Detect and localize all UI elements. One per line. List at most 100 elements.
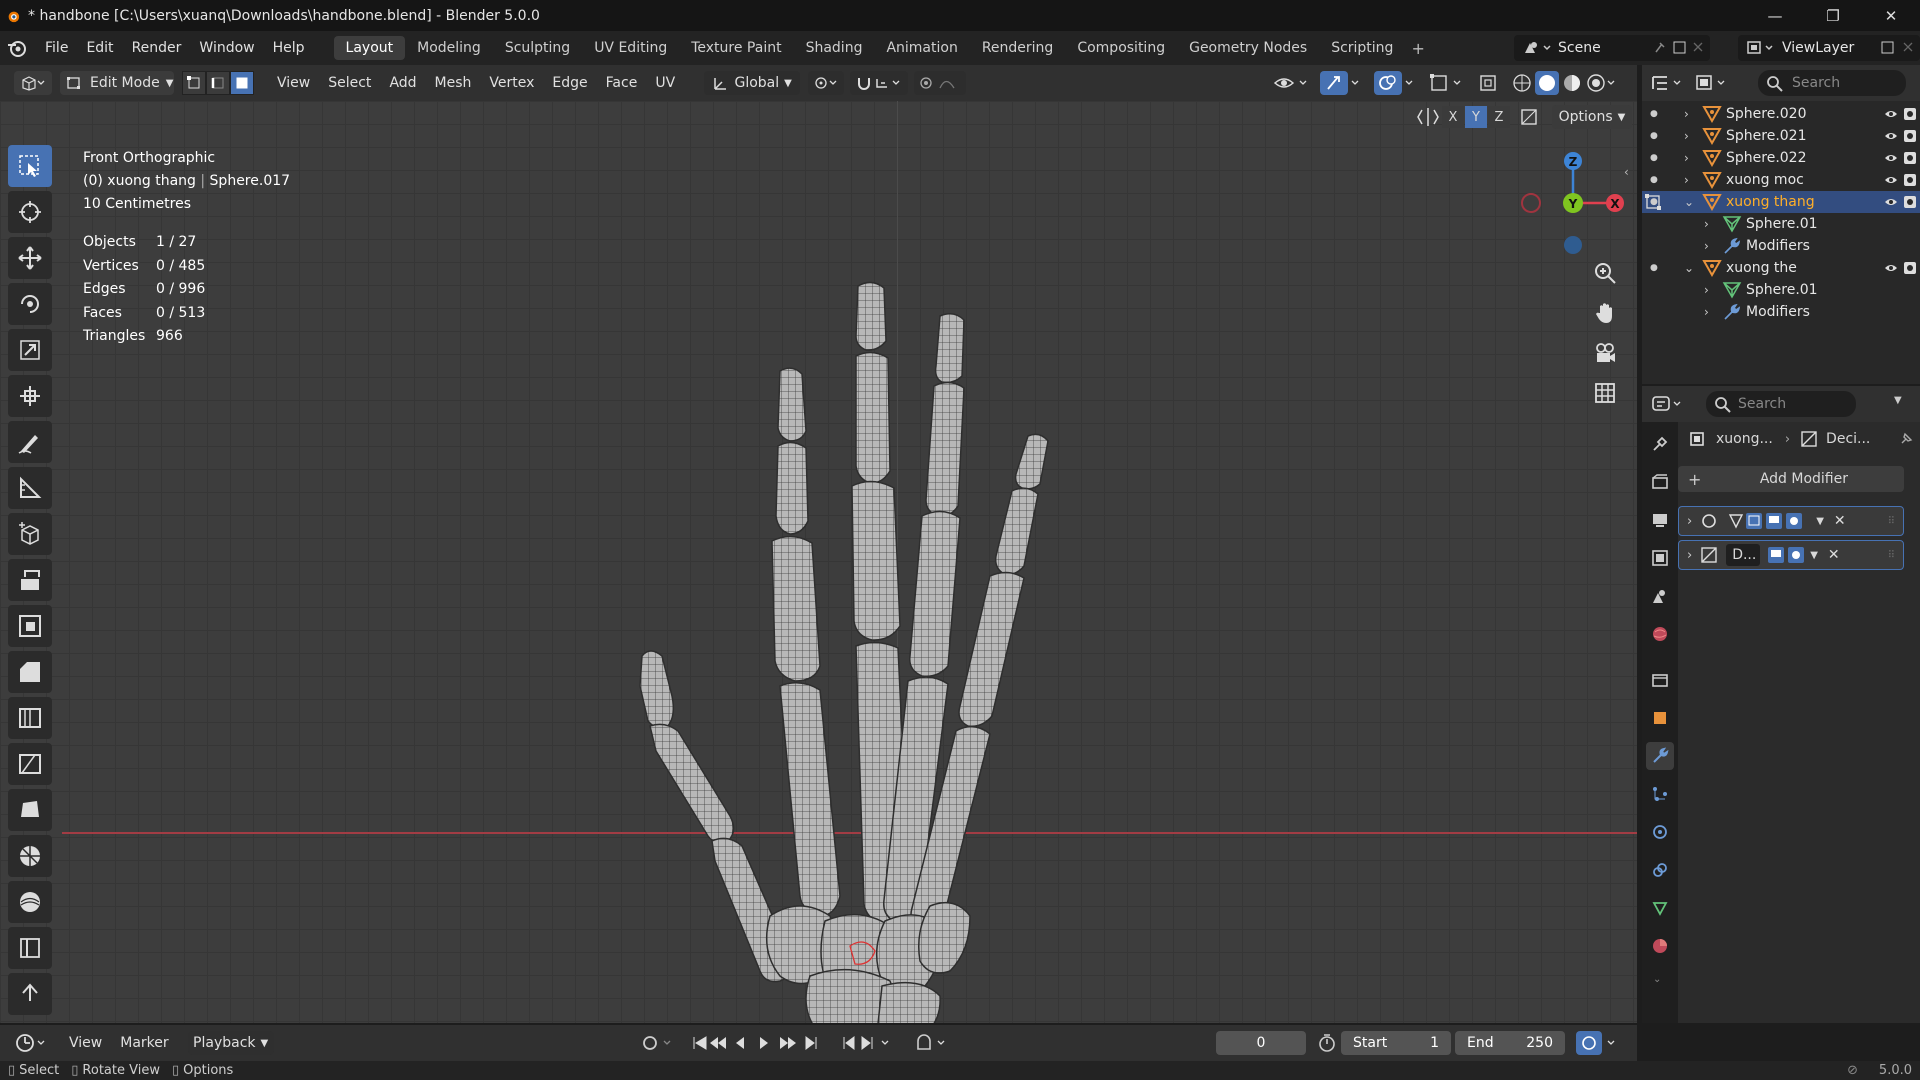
mesh-edit-overlays-icon[interactable] (1428, 71, 1468, 95)
keyframe-jump-icon[interactable] (840, 1033, 900, 1053)
mirror-z-toggle[interactable]: Z (1488, 106, 1510, 128)
remove-modifier-icon[interactable]: ✕ (1834, 513, 1846, 529)
modifier-visibility-icons[interactable] (1766, 545, 1806, 565)
start-frame-field[interactable]: Start 1 (1341, 1031, 1451, 1055)
menu-help[interactable]: Help (264, 40, 314, 56)
tab-physics[interactable] (1646, 818, 1674, 846)
tab-animation[interactable]: Animation (874, 36, 969, 60)
outliner-row[interactable]: ● › Sphere.020 (1642, 103, 1920, 125)
poly-build-tool[interactable] (8, 789, 52, 831)
tab-modifiers[interactable] (1646, 742, 1674, 770)
editor-type-button[interactable] (14, 71, 52, 95)
chevron-right-icon[interactable]: › (1684, 129, 1689, 143)
outliner-row[interactable]: › Sphere.01 (1642, 279, 1920, 301)
tab-scripting[interactable]: Scripting (1319, 36, 1405, 60)
bevel-tool[interactable] (8, 651, 52, 693)
preview-range-icon[interactable] (1316, 1033, 1338, 1053)
menu-uv[interactable]: UV (646, 75, 684, 91)
auto-keying-icon[interactable] (640, 1033, 680, 1053)
chevron-right-icon[interactable]: › (1687, 548, 1692, 563)
tab-material[interactable] (1646, 932, 1674, 960)
chevron-right-icon[interactable]: › (1684, 151, 1689, 165)
chevron-down-icon[interactable]: ⌄ (1684, 261, 1694, 275)
rotate-tool[interactable] (8, 283, 52, 325)
outliner-editor-type-icon[interactable] (1650, 72, 1690, 94)
edit-mode-indicator-icon[interactable] (1644, 193, 1662, 211)
hand-bone-mesh[interactable] (620, 216, 1120, 1023)
add-modifier-button[interactable]: + Add Modifier (1678, 466, 1904, 492)
overlays-toggle-icon[interactable] (1374, 71, 1420, 95)
current-frame-field[interactable]: 0 (1216, 1031, 1306, 1055)
row-visibility-dot[interactable]: ● (1650, 131, 1658, 141)
pivot-point-button[interactable] (808, 71, 845, 95)
measure-tool[interactable] (8, 467, 52, 509)
tab-scene[interactable] (1646, 582, 1674, 610)
timeline-menu-marker[interactable]: Marker (111, 1035, 177, 1051)
blender-menu-icon[interactable] (6, 37, 28, 59)
transform-orientation-dropdown[interactable]: Global ▼ (704, 71, 801, 95)
outliner-row[interactable]: › Modifiers (1642, 235, 1920, 257)
extrude-tool[interactable] (8, 559, 52, 601)
chevron-right-icon[interactable]: › (1704, 283, 1709, 297)
view-layer-actions-icon[interactable] (1878, 40, 1918, 56)
eye-camera-toggle-icon[interactable] (1884, 150, 1918, 166)
pan-button[interactable] (1588, 296, 1622, 330)
chevron-down-icon[interactable]: ▼ (1894, 395, 1902, 406)
menu-file[interactable]: File (36, 40, 77, 56)
perspective-toggle-button[interactable] (1588, 376, 1622, 410)
add-cube-tool[interactable] (8, 513, 52, 555)
chevron-right-icon[interactable]: › (1704, 305, 1709, 319)
eye-camera-toggle-icon[interactable] (1884, 128, 1918, 144)
knife-tool[interactable] (8, 743, 52, 785)
menu-edit[interactable]: Edit (77, 40, 122, 56)
modifier-visibility-icons[interactable] (1728, 511, 1812, 531)
menu-vertex[interactable]: Vertex (480, 75, 543, 91)
mode-dropdown[interactable]: Edit Mode ▼ (60, 71, 174, 95)
visibility-selectability-icon[interactable] (1272, 71, 1312, 95)
tab-view-layer[interactable] (1646, 544, 1674, 572)
modifier-panel-2[interactable]: › D... ▼ ✕ ⠿ (1678, 540, 1904, 570)
chevron-right-icon[interactable]: › (1684, 173, 1689, 187)
cursor-tool[interactable] (8, 191, 52, 233)
keying-set-icon[interactable] (914, 1033, 954, 1053)
transform-tool[interactable] (8, 375, 52, 417)
annotate-tool[interactable] (8, 421, 52, 463)
timeline-view-options-icon[interactable] (1576, 1031, 1626, 1055)
row-visibility-dot[interactable]: ● (1650, 263, 1658, 273)
tab-output[interactable] (1646, 506, 1674, 534)
scene-actions-icon[interactable] (1652, 40, 1706, 56)
menu-render[interactable]: Render (123, 40, 191, 56)
eye-camera-toggle-icon[interactable] (1884, 106, 1918, 122)
face-select-button[interactable] (230, 71, 254, 95)
drag-handle-icon[interactable]: ⠿ (1888, 550, 1895, 561)
inset-tool[interactable] (8, 605, 52, 647)
mirror-x-toggle[interactable]: X (1442, 106, 1464, 128)
menu-window[interactable]: Window (190, 40, 263, 56)
chevron-right-icon[interactable]: › (1704, 239, 1709, 253)
smooth-tool[interactable] (8, 881, 52, 923)
move-tool[interactable] (8, 237, 52, 279)
chevron-down-icon[interactable]: ⌄ (1653, 974, 1661, 985)
options-dropdown[interactable]: Options ▼ (1552, 105, 1632, 129)
eye-camera-toggle-icon[interactable] (1884, 194, 1918, 210)
timeline-menu-view[interactable]: View (60, 1035, 111, 1051)
proportional-editing-button[interactable] (914, 71, 967, 95)
playback-dropdown[interactable]: Playback ▼ (187, 1031, 274, 1055)
outliner-row[interactable]: › Sphere.01 (1642, 213, 1920, 235)
playback-controls-icon[interactable] (690, 1033, 830, 1053)
snap-button[interactable] (850, 71, 909, 95)
mirror-toggle-icon[interactable] (1416, 106, 1440, 128)
outliner-row[interactable]: ● › xuong moc (1642, 169, 1920, 191)
row-visibility-dot[interactable]: ● (1650, 153, 1658, 163)
tab-layout[interactable]: Layout (333, 36, 406, 60)
close-window-button[interactable]: ✕ (1862, 0, 1920, 31)
spin-tool[interactable] (8, 835, 52, 877)
menu-add[interactable]: Add (380, 75, 425, 91)
chevron-right-icon[interactable]: › (1704, 217, 1709, 231)
modifier-name-field[interactable]: D... (1726, 544, 1761, 566)
row-visibility-dot[interactable]: ● (1650, 175, 1658, 185)
eye-camera-toggle-icon[interactable] (1884, 260, 1918, 276)
chevron-right-icon[interactable]: › (1687, 514, 1692, 529)
row-visibility-dot[interactable]: ● (1650, 109, 1658, 119)
view-layer-selector[interactable]: ViewLayer (1738, 35, 1920, 61)
